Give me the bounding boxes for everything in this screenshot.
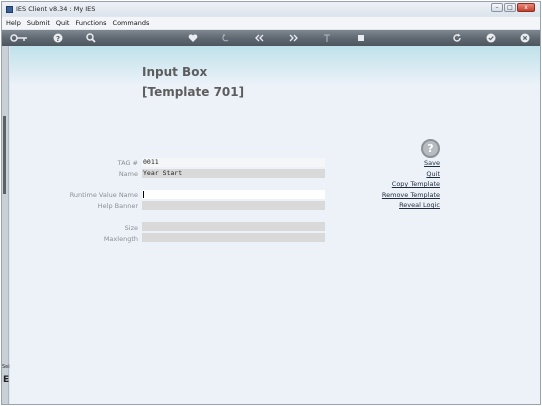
menu-commands[interactable]: Commands: [113, 19, 150, 27]
menu-help[interactable]: Help: [6, 19, 21, 27]
save-link[interactable]: Save: [424, 159, 440, 167]
search-icon[interactable]: [86, 33, 96, 43]
tag-label: TAG #: [117, 159, 138, 167]
size-label: Size: [124, 224, 138, 232]
remove-template-link[interactable]: Remove Template: [382, 191, 440, 199]
runtime-value-name-field[interactable]: [142, 190, 325, 199]
maxlength-field[interactable]: [142, 233, 325, 242]
maxlength-label: Maxlength: [103, 235, 138, 243]
stop-icon[interactable]: [356, 33, 366, 43]
name-field[interactable]: Year Start: [142, 169, 325, 178]
fast-forward-icon[interactable]: [289, 33, 299, 43]
left-panel-letter: E: [3, 375, 10, 385]
runtime-value-name-label: Runtime Value Name: [69, 191, 138, 199]
toolbar: ?: [2, 30, 540, 46]
key-icon[interactable]: [10, 33, 28, 43]
close-icon[interactable]: [520, 33, 530, 43]
upload-icon[interactable]: [322, 33, 332, 43]
app-window: IES Client v8.34 : My IES – □ x Help Sub…: [1, 1, 541, 405]
confirm-icon[interactable]: [486, 33, 496, 43]
question-circle-icon[interactable]: ?: [421, 139, 440, 158]
heart-icon[interactable]: [188, 33, 198, 43]
minimize-button[interactable]: –: [491, 3, 503, 12]
refresh-icon[interactable]: [452, 33, 462, 43]
reveal-logic-link[interactable]: Reveal Logic: [399, 201, 440, 209]
menu-bar: Help Submit Quit Functions Commands: [2, 17, 540, 29]
help-banner-label: Help Banner: [97, 202, 138, 210]
svg-text:?: ?: [56, 35, 60, 43]
splitter-handle[interactable]: [3, 116, 6, 194]
menu-submit[interactable]: Submit: [27, 19, 50, 27]
text-caret: [143, 191, 144, 198]
window-controls: – □ x: [491, 3, 535, 12]
window-title: IES Client v8.34 : My IES: [16, 5, 96, 13]
app-logo-icon: [6, 5, 13, 13]
size-field[interactable]: [142, 222, 325, 231]
name-label: Name: [118, 170, 138, 178]
content-header-band: [10, 46, 540, 86]
main-content: Input Box [Template 701] TAG # 0011 Name…: [10, 46, 540, 404]
menu-quit[interactable]: Quit: [56, 19, 70, 27]
left-side-panel: Sei E: [2, 46, 10, 404]
quit-link[interactable]: Quit: [426, 170, 440, 178]
undo-icon[interactable]: [220, 33, 230, 43]
rewind-icon[interactable]: [254, 33, 264, 43]
close-window-button[interactable]: x: [517, 3, 535, 12]
tag-field[interactable]: 0011: [142, 158, 325, 167]
menu-functions[interactable]: Functions: [75, 19, 106, 27]
page-subtitle: [Template 701]: [142, 85, 245, 99]
copy-template-link[interactable]: Copy Template: [392, 180, 440, 188]
help-banner-field[interactable]: [142, 201, 325, 210]
title-bar: IES Client v8.34 : My IES – □ x: [2, 2, 540, 16]
page-title: Input Box: [142, 65, 208, 79]
maximize-button[interactable]: □: [504, 3, 516, 12]
left-panel-text: Sei: [2, 364, 10, 370]
help-icon[interactable]: ?: [53, 33, 63, 43]
